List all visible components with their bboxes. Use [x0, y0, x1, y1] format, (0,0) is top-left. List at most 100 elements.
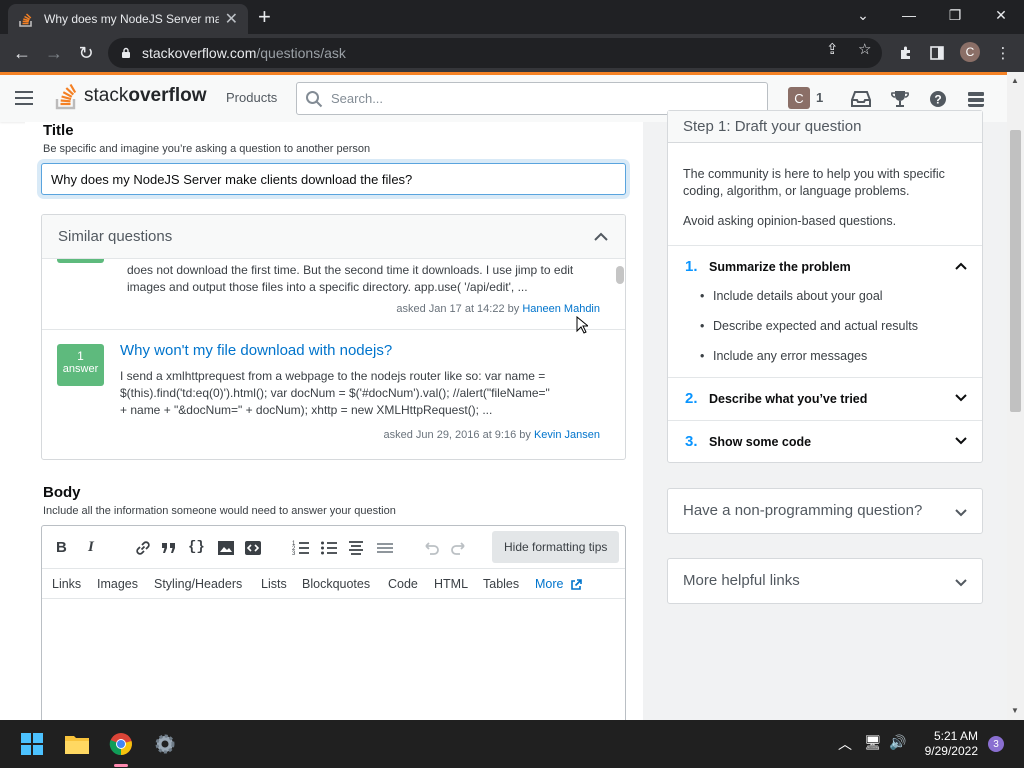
new-tab-icon[interactable]: + — [258, 6, 271, 28]
address-bar-row: ← → ↻ stackoverflow.com/questions/ask ⇪ … — [0, 34, 1024, 72]
active-app-indicator — [114, 764, 128, 767]
browser-tab[interactable]: Why does my NodeJS Server mal ✕ — [8, 4, 248, 34]
tip-blockquotes[interactable]: Blockquotes — [302, 577, 370, 591]
body-textarea[interactable] — [42, 599, 625, 720]
search-icon — [306, 90, 323, 107]
reload-icon[interactable]: ↻ — [70, 37, 102, 69]
tip-images[interactable]: Images — [97, 577, 138, 591]
share-icon[interactable]: ⇪ — [826, 40, 839, 58]
windows-start-icon[interactable] — [18, 730, 46, 758]
asked-meta: asked Jan 17 at 14:22 by Haneen Mahdin — [396, 303, 600, 315]
undo-icon[interactable] — [422, 539, 440, 557]
similar-scrollbar[interactable] — [616, 266, 624, 284]
tip-lists[interactable]: Lists — [261, 577, 287, 591]
tip-html[interactable]: HTML — [434, 577, 468, 591]
tip-more-label: More — [535, 577, 564, 591]
asked-meta: asked Jun 29, 2016 at 9:16 by Kevin Jans… — [384, 429, 601, 441]
title-heading: Title — [43, 122, 74, 139]
numbered-list-icon[interactable]: 123 — [292, 539, 310, 557]
tray-chevron-up-icon[interactable]: ︿ — [838, 734, 852, 754]
scrollbar-thumb[interactable] — [1010, 130, 1021, 412]
chevron-up-icon[interactable] — [954, 259, 968, 273]
italic-icon[interactable]: I — [88, 539, 106, 557]
back-icon[interactable]: ← — [6, 37, 38, 69]
volume-icon[interactable]: 🔊 — [889, 734, 906, 751]
excerpt-line: I send a xmlhttprequest from a webpage t… — [120, 369, 546, 383]
side-panel-icon[interactable] — [926, 42, 948, 64]
bold-icon[interactable]: B — [56, 539, 74, 557]
achievements-trophy-icon[interactable] — [889, 89, 911, 109]
tip-tables[interactable]: Tables — [483, 577, 519, 591]
forward-icon[interactable]: → — [38, 37, 70, 69]
answer-count-badge: 1 answer — [57, 344, 104, 386]
svg-text:3: 3 — [292, 551, 296, 557]
scroll-up-arrow-icon[interactable]: ▲ — [1011, 76, 1019, 85]
browser-profile-avatar[interactable]: C — [960, 42, 980, 62]
user-link[interactable]: Kevin Jansen — [534, 429, 600, 441]
page-scrollbar[interactable]: ▲ ▼ — [1007, 72, 1024, 720]
user-avatar[interactable]: C — [788, 87, 810, 109]
step-show-code[interactable]: 3. Show some code — [668, 420, 982, 462]
snippet-icon[interactable] — [244, 539, 262, 557]
network-icon[interactable]: 🖥 — [864, 734, 882, 751]
redo-icon[interactable] — [450, 539, 468, 557]
step-heading: Step 1: Draft your question — [668, 111, 982, 143]
step-number: 3. — [685, 433, 698, 450]
tab-search-icon[interactable]: ⌄ — [840, 0, 886, 30]
horizontal-rule-icon[interactable] — [376, 539, 394, 557]
settings-gear-icon[interactable] — [151, 730, 179, 758]
url-bar[interactable]: stackoverflow.com/questions/ask — [108, 38, 882, 68]
code-braces-icon[interactable]: {} — [188, 539, 206, 557]
inbox-icon[interactable] — [850, 89, 872, 109]
file-explorer-icon[interactable] — [63, 730, 91, 758]
hamburger-menu-icon[interactable] — [15, 91, 33, 105]
hide-formatting-tips-button[interactable]: Hide formatting tips — [492, 531, 620, 563]
blockquote-icon[interactable] — [160, 539, 178, 557]
step-summarize[interactable]: 1. Summarize the problem — [668, 245, 982, 287]
draft-question-card: Step 1: Draft your question The communit… — [667, 110, 983, 463]
close-window-icon[interactable]: ✕ — [978, 0, 1024, 30]
body-heading: Body — [43, 484, 81, 501]
tab-close-icon[interactable]: ✕ — [225, 9, 238, 29]
bulleted-list-icon[interactable] — [320, 539, 338, 557]
heading-icon[interactable] — [347, 539, 365, 557]
bullet-item: Include details about your goal — [700, 289, 883, 303]
restore-icon[interactable]: ❐ — [932, 0, 978, 30]
products-link[interactable]: Products — [226, 90, 277, 105]
question-title-link[interactable]: Why won't my file download with nodejs? — [120, 342, 392, 359]
tip-links[interactable]: Links — [52, 577, 81, 591]
step-describe[interactable]: 2. Describe what you’ve tried — [668, 377, 982, 419]
tip-code[interactable]: Code — [388, 577, 418, 591]
body-description: Include all the information someone woul… — [43, 505, 396, 517]
search-input[interactable] — [331, 91, 767, 106]
site-switcher-icon[interactable] — [965, 89, 987, 109]
stackoverflow-logo[interactable]: stack overflow — [54, 81, 206, 111]
notification-badge[interactable]: 3 — [988, 736, 1004, 752]
title-input[interactable] — [41, 163, 626, 195]
link-icon[interactable] — [134, 539, 152, 557]
bookmark-star-icon[interactable]: ☆ — [858, 40, 871, 58]
image-icon[interactable] — [217, 539, 235, 557]
ask-question-form: Title Be specific and imagine you’re ask… — [25, 122, 643, 720]
help-icon[interactable]: ? — [927, 89, 949, 109]
system-clock[interactable]: 5:21 AM 9/29/2022 — [916, 729, 978, 759]
logo-text-overflow: overflow — [128, 85, 207, 106]
chevron-down-icon[interactable] — [954, 576, 968, 590]
chrome-taskbar-icon[interactable] — [107, 730, 135, 758]
scroll-down-arrow-icon[interactable]: ▼ — [1011, 706, 1019, 715]
browser-menu-icon[interactable]: ⋮ — [992, 42, 1014, 64]
extensions-icon[interactable] — [895, 42, 917, 64]
chevron-down-icon[interactable] — [954, 506, 968, 520]
question-excerpt: does not download the first time. But th… — [127, 263, 574, 294]
chevron-up-icon[interactable] — [593, 229, 609, 245]
chevron-down-icon[interactable] — [954, 391, 968, 405]
tip-more[interactable]: More — [535, 577, 582, 591]
helpful-links-accordion[interactable]: More helpful links — [667, 558, 983, 604]
non-programming-accordion[interactable]: Have a non-programming question? — [667, 488, 983, 534]
step-label: Describe what you’ve tried — [709, 392, 868, 406]
minimize-icon[interactable]: — — [886, 0, 932, 30]
similar-questions-header[interactable]: Similar questions — [42, 215, 625, 259]
tip-styling-headers[interactable]: Styling/Headers — [154, 577, 242, 591]
chevron-down-icon[interactable] — [954, 434, 968, 448]
user-link[interactable]: Haneen Mahdin — [522, 303, 600, 315]
